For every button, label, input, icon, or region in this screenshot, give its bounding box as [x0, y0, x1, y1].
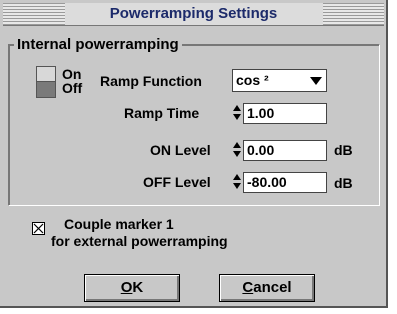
group-title: Internal powerramping	[14, 36, 182, 53]
on-level-label: ON Level	[150, 142, 211, 158]
off-level-unit: dB	[334, 175, 353, 191]
toggle-on-segment	[37, 67, 55, 82]
ok-mnemonic: O	[120, 279, 133, 296]
ok-label-rest: K	[132, 279, 144, 296]
ramp-time-input[interactable]: 1.00	[243, 103, 327, 124]
ok-button[interactable]: OK	[84, 274, 180, 302]
couple-marker-label-line2: for external powerramping	[51, 233, 228, 249]
dialog-title: Powerramping Settings	[109, 5, 278, 22]
off-level-input[interactable]: -80.00	[243, 172, 327, 193]
off-level-label: OFF Level	[143, 174, 211, 190]
couple-marker-label-line1: Couple marker 1	[64, 216, 174, 232]
cancel-button[interactable]: Cancel	[219, 274, 315, 302]
ramp-function-label: Ramp Function	[100, 73, 202, 89]
dropdown-arrow-icon[interactable]	[310, 77, 322, 85]
ramp-function-select[interactable]: cos ²	[232, 69, 327, 92]
cancel-mnemonic: C	[242, 279, 254, 296]
title-bar[interactable]: Powerramping Settings	[3, 3, 384, 26]
ramp-time-label: Ramp Time	[124, 105, 200, 121]
on-off-toggle[interactable]	[36, 66, 56, 98]
ramp-function-value: cos ²	[236, 72, 269, 88]
toggle-off-segment	[37, 82, 55, 97]
checkbox-check-icon	[33, 223, 44, 234]
cancel-label-rest: ancel	[253, 279, 292, 296]
on-level-input[interactable]: 0.00	[243, 140, 327, 161]
off-level-spinner-icon[interactable]	[233, 172, 242, 193]
ramp-time-spinner-icon[interactable]	[233, 103, 242, 124]
on-level-unit: dB	[334, 142, 353, 158]
couple-marker-checkbox[interactable]	[32, 222, 45, 235]
toggle-off-label: Off	[62, 80, 83, 96]
on-level-spinner-icon[interactable]	[233, 140, 242, 161]
